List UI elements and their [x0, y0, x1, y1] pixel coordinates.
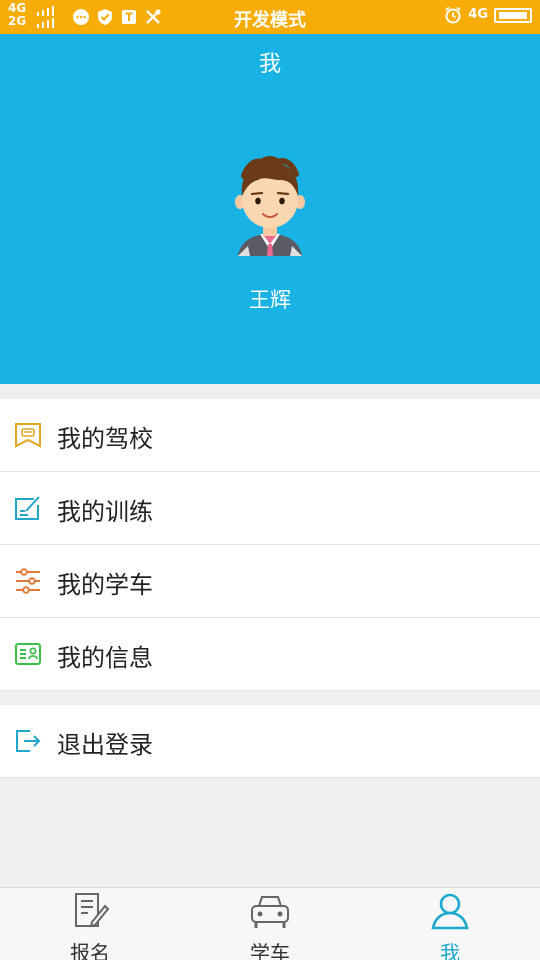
sliders-icon: [16, 568, 40, 594]
school-icon: [15, 423, 41, 448]
menu-list: 我的驾校 我的训练 我的学车 我的信息: [0, 399, 540, 691]
car-icon: [251, 896, 289, 928]
avatar[interactable]: [228, 154, 312, 264]
logout-button[interactable]: 退出登录: [0, 705, 540, 778]
logout-section: 退出登录: [0, 705, 540, 778]
tab-label: 我: [440, 941, 460, 960]
menu-item-label: 我的训练: [57, 498, 153, 526]
tab-driving[interactable]: 学车: [180, 888, 360, 960]
menu-item-label: 我的信息: [57, 644, 153, 672]
network-right-label: 4G: [468, 7, 488, 22]
profile-header: 我 王辉: [0, 34, 540, 384]
edit-icon: [15, 496, 40, 520]
menu-item-my-driving[interactable]: 我的学车: [0, 545, 540, 618]
tab-label: 学车: [250, 941, 290, 960]
status-right: 4G: [444, 6, 532, 24]
tab-signup[interactable]: 报名: [0, 888, 180, 960]
menu-item-label: 我的学车: [57, 571, 153, 599]
menu-item-my-info[interactable]: 我的信息: [0, 618, 540, 691]
alarm-icon: [445, 6, 461, 24]
tab-me[interactable]: 我: [360, 888, 540, 960]
logout-icon: [16, 730, 41, 752]
signup-icon: [75, 893, 110, 928]
page-title: 我: [258, 52, 281, 77]
battery-icon: [494, 7, 532, 23]
menu-item-my-school[interactable]: 我的驾校: [0, 399, 540, 472]
id-card-icon: [15, 643, 41, 665]
logout-label: 退出登录: [57, 731, 153, 759]
network-right: 4G: [468, 7, 488, 22]
tab-label: 报名: [70, 941, 110, 960]
menu-item-label: 我的驾校: [57, 425, 153, 453]
profile-icon: [431, 893, 469, 930]
status-bar: 4G 2G 开发模式 4G: [0, 0, 540, 34]
username: 王辉: [249, 288, 291, 312]
bottom-tab-bar: 报名 学车 我: [0, 887, 540, 960]
menu-item-my-training[interactable]: 我的训练: [0, 472, 540, 545]
